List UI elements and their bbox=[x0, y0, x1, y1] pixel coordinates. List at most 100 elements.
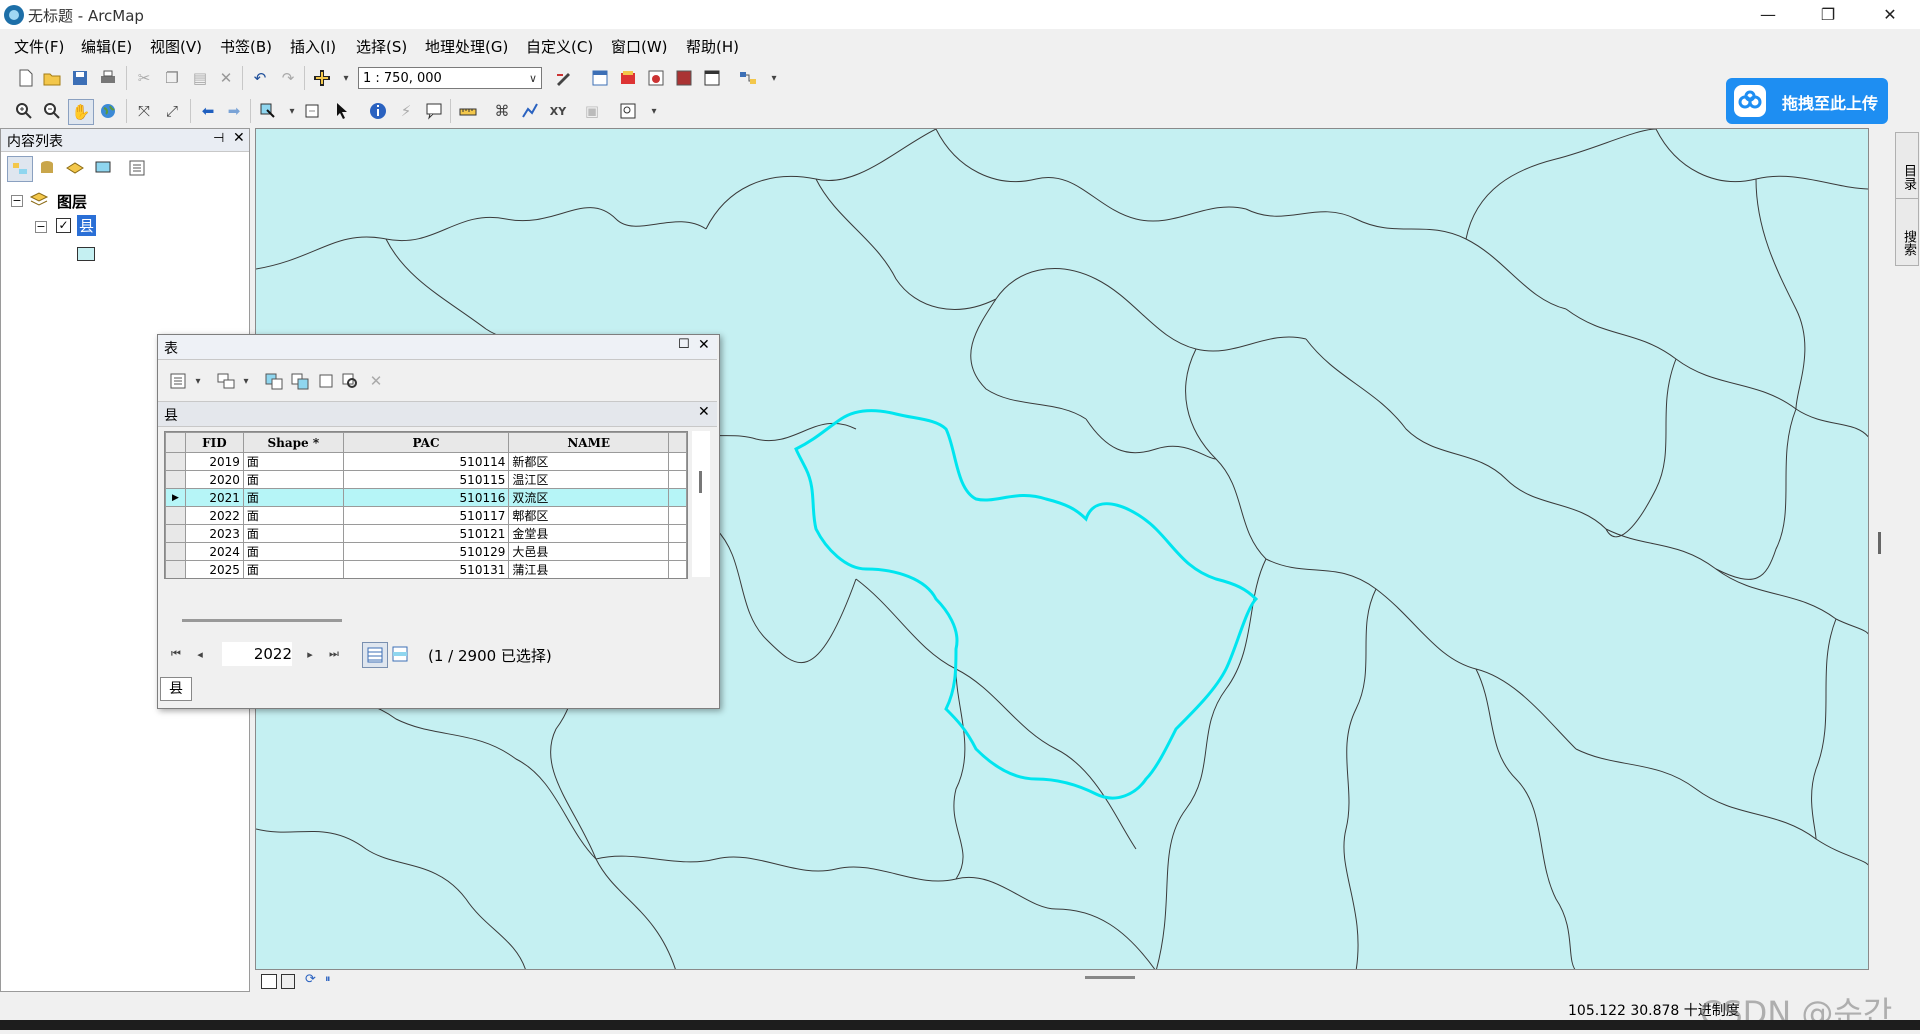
menu-help[interactable]: 帮助(H) bbox=[686, 36, 739, 57]
table-bottom-tab[interactable]: 县 bbox=[160, 677, 192, 701]
related-tables-dropdown-icon[interactable]: ▾ bbox=[234, 369, 258, 393]
table-tab-close-icon[interactable]: ✕ bbox=[698, 404, 710, 420]
full-extent-globe-icon[interactable] bbox=[96, 99, 120, 123]
list-by-visibility-icon[interactable] bbox=[63, 156, 87, 180]
horizontal-splitter-handle[interactable] bbox=[1085, 976, 1135, 979]
search-dock-tab[interactable]: 搜索 bbox=[1895, 198, 1919, 266]
show-selected-records-icon[interactable] bbox=[388, 642, 412, 666]
table-row[interactable]: 2019 面 510114 新都区 bbox=[165, 452, 687, 471]
catalog-dock-tab[interactable]: 目录 bbox=[1895, 132, 1919, 200]
first-record-icon[interactable]: ⏮ bbox=[164, 642, 188, 666]
html-popup-icon[interactable] bbox=[422, 99, 446, 123]
undo-icon[interactable]: ↶ bbox=[248, 66, 272, 90]
redo-icon[interactable]: ↷ bbox=[276, 66, 300, 90]
find-binoculars-icon[interactable]: ⌘ bbox=[490, 99, 514, 123]
column-header-pac[interactable]: PAC bbox=[342, 432, 510, 453]
menu-geoprocessing[interactable]: 地理处理(G) bbox=[425, 36, 508, 57]
last-record-icon[interactable]: ⏭ bbox=[322, 642, 346, 666]
column-header-name[interactable]: NAME bbox=[508, 432, 669, 453]
previous-extent-icon[interactable]: ⬅ bbox=[196, 99, 220, 123]
print-icon[interactable] bbox=[96, 66, 120, 90]
list-by-drawing-order-icon[interactable] bbox=[7, 156, 33, 182]
zoom-to-selected-icon[interactable] bbox=[338, 369, 362, 393]
pin-icon[interactable]: ⊣ bbox=[213, 131, 224, 146]
column-header-shape[interactable]: Shape * bbox=[242, 432, 344, 453]
toc-options-icon[interactable] bbox=[125, 156, 149, 180]
list-by-selection-icon[interactable] bbox=[91, 156, 115, 180]
measure-icon[interactable] bbox=[456, 99, 480, 123]
grid-vertical-scrollbar[interactable] bbox=[692, 431, 710, 577]
table-row[interactable]: 2025 面 510131 蒲江县 bbox=[165, 560, 687, 578]
row-selector[interactable] bbox=[165, 560, 186, 578]
open-folder-icon[interactable] bbox=[40, 66, 64, 90]
previous-record-icon[interactable]: ◂ bbox=[188, 642, 212, 666]
maximize-icon[interactable]: ☐ bbox=[678, 337, 690, 352]
menu-view[interactable]: 视图(V) bbox=[150, 36, 202, 57]
select-elements-arrow-icon[interactable] bbox=[330, 99, 354, 123]
editor-toolbar-icon[interactable] bbox=[552, 66, 576, 90]
layer-name-county[interactable]: 县 bbox=[77, 215, 97, 236]
column-header-fid[interactable]: FID bbox=[184, 432, 244, 453]
add-data-icon[interactable] bbox=[310, 66, 334, 90]
row-selector[interactable] bbox=[165, 542, 186, 561]
time-slider-icon[interactable]: ▣ bbox=[580, 99, 604, 123]
pan-hand-icon[interactable]: ✋ bbox=[68, 99, 94, 125]
zoom-out-icon[interactable] bbox=[40, 99, 64, 123]
menu-insert[interactable]: 插入(I) bbox=[290, 36, 336, 57]
restore-button[interactable]: ❐ bbox=[1800, 0, 1856, 29]
layer-symbol-swatch[interactable] bbox=[77, 247, 95, 261]
catalog-window-icon[interactable] bbox=[644, 66, 668, 90]
layout-view-icon[interactable] bbox=[281, 974, 295, 989]
select-features-icon[interactable] bbox=[256, 99, 280, 123]
add-data-dropdown-icon[interactable]: ▾ bbox=[334, 66, 358, 90]
row-selector[interactable] bbox=[165, 524, 186, 543]
list-by-source-icon[interactable] bbox=[35, 156, 59, 180]
map-scale-combobox[interactable]: 1 : 750, 000 ∨ bbox=[358, 67, 542, 89]
grid-horizontal-scrollbar[interactable] bbox=[182, 619, 342, 622]
table-row[interactable]: 2020 面 510115 温江区 bbox=[165, 470, 687, 489]
table-row[interactable]: 2023 面 510121 金堂县 bbox=[165, 524, 687, 543]
new-document-icon[interactable] bbox=[14, 66, 38, 90]
cut-icon[interactable]: ✂ bbox=[132, 66, 156, 90]
pause-drawing-icon[interactable]: ⏸ bbox=[325, 972, 331, 986]
next-record-icon[interactable]: ▸ bbox=[298, 642, 322, 666]
table-options-dropdown-icon[interactable]: ▾ bbox=[186, 369, 210, 393]
tools-overflow-icon[interactable]: ▾ bbox=[642, 99, 666, 123]
table-row[interactable]: ▶ 2021 面 510116 双流区 bbox=[165, 488, 687, 507]
refresh-icon[interactable]: ⟳ bbox=[305, 972, 316, 987]
fixed-zoom-out-icon[interactable]: ⤢ bbox=[160, 99, 184, 123]
python-window-icon[interactable] bbox=[700, 66, 724, 90]
data-view-icon[interactable] bbox=[261, 974, 277, 989]
row-selector[interactable] bbox=[165, 452, 186, 471]
menu-selection[interactable]: 选择(S) bbox=[356, 36, 407, 57]
arctoolbox-icon[interactable] bbox=[616, 66, 640, 90]
delete-selected-icon[interactable]: ✕ bbox=[364, 369, 388, 393]
menu-customize[interactable]: 自定义(C) bbox=[526, 36, 593, 57]
table-window-titlebar[interactable]: 表 ☐ ✕ bbox=[158, 335, 717, 360]
identify-icon[interactable] bbox=[366, 99, 390, 123]
row-selector[interactable] bbox=[165, 470, 186, 489]
create-viewer-window-icon[interactable] bbox=[616, 99, 640, 123]
model-builder-icon[interactable] bbox=[736, 66, 760, 90]
table-row[interactable]: 2022 面 510117 郫都区 bbox=[165, 506, 687, 525]
collapse-layer-icon[interactable]: − bbox=[35, 221, 47, 233]
fixed-zoom-in-icon[interactable]: ⤧ bbox=[132, 99, 156, 123]
find-route-icon[interactable] bbox=[518, 99, 542, 123]
hyperlink-icon[interactable]: ⚡ bbox=[394, 99, 418, 123]
menu-windows[interactable]: 窗口(W) bbox=[611, 36, 668, 57]
row-selector[interactable] bbox=[166, 579, 186, 580]
zoom-in-icon[interactable] bbox=[12, 99, 36, 123]
paste-icon[interactable]: ▤ bbox=[188, 66, 212, 90]
toc-close-icon[interactable]: ✕ bbox=[233, 130, 245, 146]
go-to-xy-icon[interactable]: XY bbox=[546, 99, 570, 123]
layers-root-label[interactable]: 图层 bbox=[57, 191, 87, 212]
upload-button[interactable]: 拖拽至此上传 bbox=[1726, 78, 1888, 124]
close-window-button[interactable]: ✕ bbox=[1862, 0, 1918, 29]
layer-visibility-checkbox[interactable]: ✓ bbox=[56, 218, 71, 233]
toolbar-overflow-icon[interactable]: ▾ bbox=[762, 66, 786, 90]
show-all-records-icon[interactable] bbox=[362, 642, 388, 668]
delete-icon[interactable]: ✕ bbox=[214, 66, 238, 90]
copy-icon[interactable]: ❐ bbox=[160, 66, 184, 90]
row-selector[interactable]: ▶ bbox=[165, 488, 186, 507]
splitter-handle[interactable] bbox=[1878, 532, 1881, 554]
